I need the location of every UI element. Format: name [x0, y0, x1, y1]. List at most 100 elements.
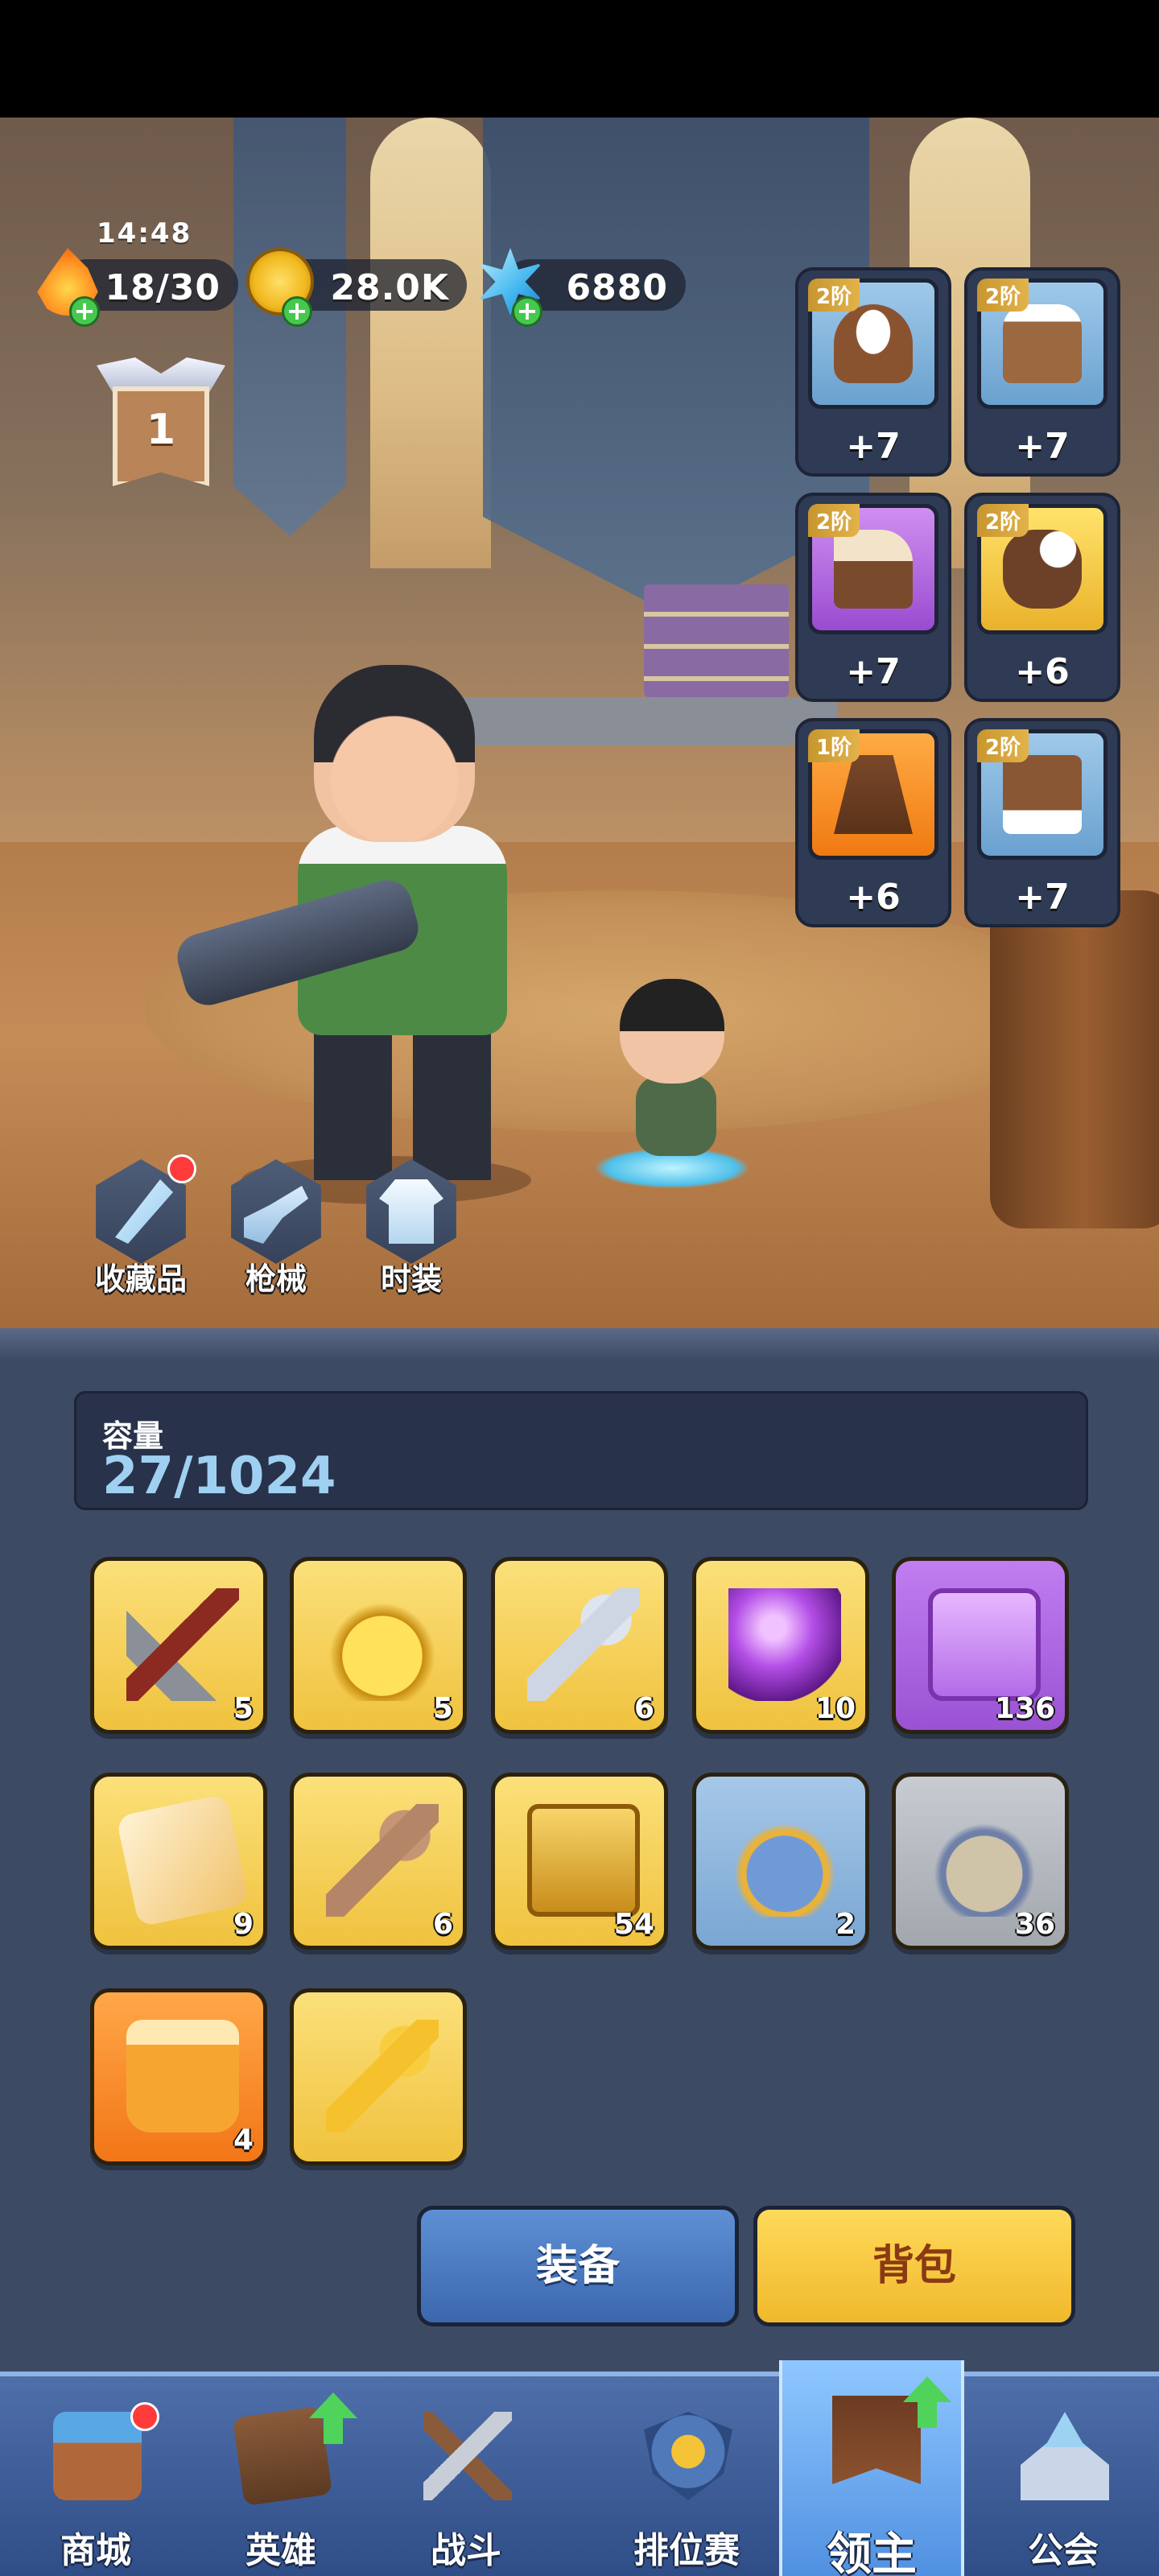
purple-chest-icon	[928, 1588, 1041, 1701]
rank-level: 1	[146, 406, 176, 454]
crossed-weapons-icon	[423, 2412, 512, 2500]
clock: 14:48	[97, 217, 192, 250]
fashion-label: 时装	[380, 1261, 442, 1297]
item-count: 54	[613, 1908, 654, 1941]
enhance-level: +7	[1015, 877, 1070, 918]
nav-heroes[interactable]: 英雄	[188, 2376, 373, 2576]
energy-value: 18/30	[105, 267, 221, 308]
enhance-level: +7	[1015, 426, 1070, 467]
item-count: 10	[815, 1692, 856, 1725]
enhance-level: +7	[846, 651, 901, 692]
hero-head	[314, 665, 475, 842]
hero-mini-character[interactable]	[588, 874, 749, 1212]
weapons-button[interactable]: 枪械	[224, 1159, 328, 1304]
inventory-item[interactable]: 36	[892, 1773, 1069, 1950]
nav-heroes-label: 英雄	[245, 2530, 316, 2571]
shield-star-icon	[644, 2412, 732, 2500]
mystery-bag-blue-icon	[728, 1804, 841, 1917]
window-decoration	[370, 118, 491, 568]
equip-slot-cape[interactable]: 1阶 +6	[795, 718, 951, 927]
fur-coat-icon	[1003, 304, 1082, 383]
inventory-item[interactable]: 136	[892, 1557, 1069, 1734]
nav-shop-label: 商城	[60, 2530, 131, 2571]
equip-slot-gloves[interactable]: 2阶 +6	[964, 493, 1120, 702]
honey-jar-icon	[126, 2020, 239, 2132]
inventory-panel: 容量 27/1024 5 5 6 10 136 9 6 54 2 36 4 装备…	[0, 1328, 1159, 2372]
notification-dot	[167, 1154, 196, 1183]
nav-lord-label: 领主	[827, 2529, 917, 2576]
inventory-item[interactable]	[290, 1988, 467, 2165]
add-gems-button[interactable]: +	[512, 296, 542, 327]
fur-pants-icon	[1003, 755, 1082, 834]
nav-guild[interactable]: 公会	[971, 2376, 1156, 2576]
pickaxe-icon	[126, 1588, 239, 1701]
nav-lord[interactable]: 领主	[779, 2360, 964, 2576]
rank-badge[interactable]: 1	[97, 357, 225, 486]
item-count: 6	[432, 1908, 453, 1941]
enhance-level: +7	[846, 426, 901, 467]
bag-tab-button[interactable]: 背包	[753, 2206, 1075, 2326]
inventory-item[interactable]: 54	[491, 1773, 668, 1950]
item-count: 5	[233, 1692, 254, 1725]
gold-chest-icon	[527, 1804, 640, 1917]
inventory-item[interactable]: 9	[90, 1773, 267, 1950]
item-count: 2	[835, 1908, 856, 1941]
nav-battle[interactable]: 战斗	[373, 2376, 559, 2576]
fashion-button[interactable]: 时装	[359, 1159, 464, 1304]
nav-ranked[interactable]: 排位赛	[594, 2376, 779, 2576]
hero-character[interactable]	[171, 633, 547, 1212]
scroll-icon	[115, 1793, 250, 1928]
boots-icon	[834, 530, 913, 609]
collection-label: 收藏品	[94, 1261, 187, 1297]
gloves-icon	[1003, 530, 1082, 609]
add-gold-button[interactable]: +	[282, 296, 312, 327]
tier-badge: 2阶	[977, 504, 1029, 537]
tier-badge: 2阶	[808, 504, 860, 537]
mystery-bag-gray-icon	[928, 1804, 1041, 1917]
nav-ranked-label: 排位赛	[633, 2530, 740, 2571]
inventory-item[interactable]: 10	[692, 1557, 869, 1734]
gold-counter[interactable]: + 28.0K	[246, 248, 467, 327]
energy-counter[interactable]: + 18/30	[37, 248, 238, 327]
nav-shop[interactable]: 商城	[3, 2376, 188, 2576]
equip-slot-coat[interactable]: 2阶 +7	[964, 267, 1120, 477]
inventory-item[interactable]: 6	[491, 1557, 668, 1734]
inventory-item[interactable]: 2	[692, 1773, 869, 1950]
inventory-item[interactable]: 5	[90, 1557, 267, 1734]
tier-badge: 1阶	[808, 729, 860, 762]
equip-slot-hat[interactable]: 2阶 +7	[795, 267, 951, 477]
panel-top-strip	[0, 1328, 1159, 1360]
bronze-key-icon	[326, 1804, 439, 1917]
hero-legs	[314, 1027, 491, 1180]
inventory-item[interactable]: 4	[90, 1988, 267, 2165]
gold-key-icon	[326, 2020, 439, 2132]
crown-banner-icon	[832, 2396, 921, 2484]
inventory-item[interactable]: 6	[290, 1773, 467, 1950]
gold-value: 28.0K	[330, 267, 449, 308]
mini-head	[620, 979, 724, 1084]
item-count: 4	[233, 2124, 254, 2157]
nav-battle-label: 战斗	[431, 2530, 501, 2571]
mini-body	[636, 1075, 716, 1156]
gem-value: 6880	[566, 267, 668, 308]
inventory-item[interactable]: 5	[290, 1557, 467, 1734]
books-decoration	[644, 584, 789, 697]
gem-counter[interactable]: + 6880	[477, 248, 686, 327]
enhance-level: +6	[846, 877, 901, 918]
capacity-value: 27/1024	[102, 1447, 336, 1506]
item-count: 9	[233, 1908, 254, 1941]
fur-hat-icon	[834, 304, 913, 383]
enhance-level: +6	[1015, 651, 1070, 692]
castle-icon	[1021, 2412, 1109, 2500]
equipment-tab-button[interactable]: 装备	[417, 2206, 739, 2326]
notification-dot	[130, 2402, 159, 2431]
equip-slot-pants[interactable]: 2阶 +7	[964, 718, 1120, 927]
equip-slot-boots[interactable]: 2阶 +7	[795, 493, 951, 702]
item-count: 5	[432, 1692, 453, 1725]
status-bar	[0, 0, 1159, 118]
purple-orb-icon	[728, 1588, 841, 1701]
collection-button[interactable]: 收藏品	[89, 1154, 196, 1304]
item-count: 36	[1014, 1908, 1055, 1941]
add-energy-button[interactable]: +	[69, 296, 100, 327]
tier-badge: 2阶	[808, 279, 860, 312]
